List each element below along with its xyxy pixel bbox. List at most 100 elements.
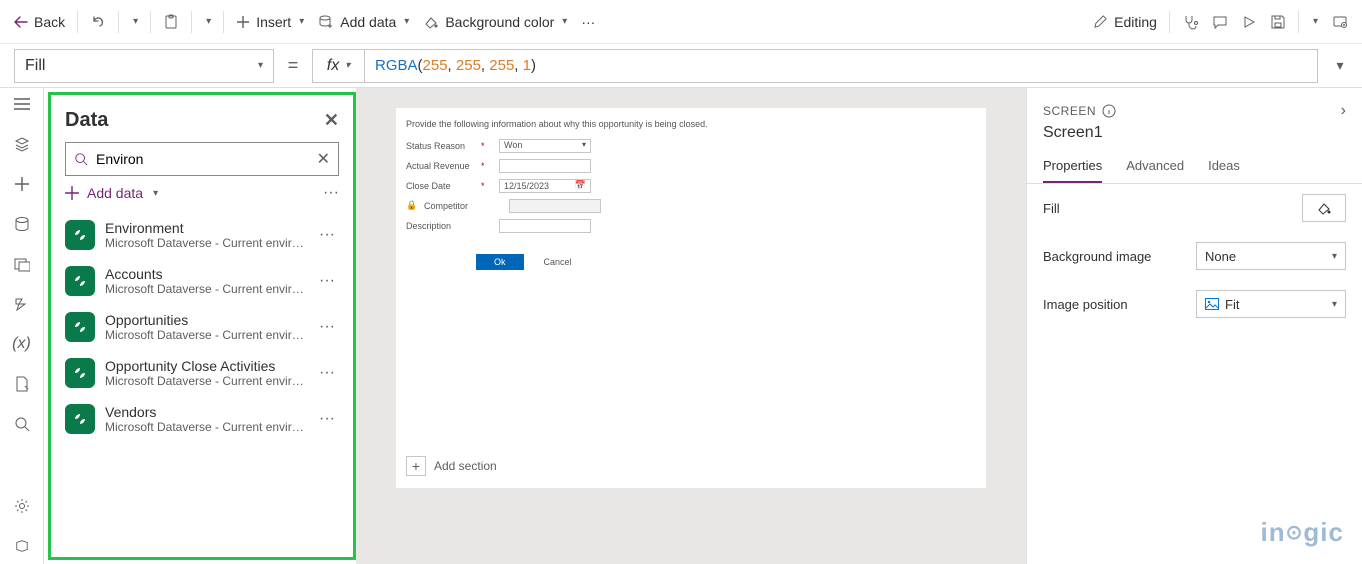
variable-icon: (x) — [12, 335, 31, 353]
back-button[interactable]: Back — [8, 6, 71, 38]
database-icon — [318, 14, 334, 30]
prop-imgpos-dropdown[interactable]: Fit ▾ — [1196, 290, 1346, 318]
property-dropdown[interactable]: Fill ▾ — [14, 49, 274, 83]
search-icon — [14, 416, 30, 432]
data-source-item[interactable]: AccountsMicrosoft Dataverse - Current en… — [51, 258, 353, 304]
data-search-input[interactable] — [96, 151, 309, 167]
chat-icon — [1212, 14, 1228, 30]
settings-button[interactable] — [12, 496, 32, 516]
data-source-more-button[interactable]: ··· — [315, 410, 339, 428]
tab-advanced[interactable]: Advanced — [1126, 152, 1184, 183]
input-close-date[interactable]: 12/15/2023📅 — [499, 179, 591, 193]
required-mark: * — [481, 181, 489, 191]
dataverse-icon — [65, 404, 95, 434]
required-mark: * — [481, 161, 489, 171]
app-checker-button[interactable] — [1176, 6, 1204, 38]
close-button[interactable]: ✕ — [324, 110, 339, 131]
formula-bar: Fill ▾ = fx ▾ RGBA(255, 255, 255, 1) ▾ — [0, 44, 1362, 88]
prop-bgimg-dropdown[interactable]: None ▾ — [1196, 242, 1346, 270]
publish-button[interactable] — [1326, 6, 1354, 38]
paint-bucket-icon — [1316, 200, 1332, 216]
undo-button[interactable] — [84, 6, 112, 38]
data-search[interactable]: ✕ — [65, 142, 339, 176]
insert-pane-button[interactable] — [12, 134, 32, 154]
equals-label: = — [274, 55, 312, 76]
plus-icon — [15, 177, 29, 191]
undo-icon — [90, 14, 106, 30]
preview-button[interactable] — [1236, 6, 1262, 38]
data-source-more-button[interactable]: ··· — [315, 364, 339, 382]
formula-input[interactable]: RGBA(255, 255, 255, 1) — [364, 49, 1318, 83]
add-button[interactable] — [12, 174, 32, 194]
fx-icon: fx — [327, 57, 339, 75]
search-icon — [74, 152, 88, 166]
media-icon — [14, 256, 30, 272]
required-mark: * — [481, 141, 489, 151]
data-source-item[interactable]: Opportunity Close ActivitiesMicrosoft Da… — [51, 350, 353, 396]
data-source-item[interactable]: OpportunitiesMicrosoft Dataverse - Curre… — [51, 304, 353, 350]
ellipsis-icon: ··· — [581, 14, 595, 30]
media-pane-button[interactable] — [12, 254, 32, 274]
editing-mode-button[interactable]: Editing — [1087, 6, 1163, 38]
layers-icon — [14, 136, 30, 152]
ok-button[interactable]: Ok — [476, 254, 524, 270]
fx-button[interactable]: fx ▾ — [312, 49, 364, 83]
screen-label: SCREEN — [1043, 104, 1096, 118]
data-source-name: Accounts — [105, 266, 305, 282]
screen-canvas[interactable]: Provide the following information about … — [396, 108, 986, 488]
formula-expand-button[interactable]: ▾ — [1318, 57, 1362, 74]
data-source-item[interactable]: EnvironmentMicrosoft Dataverse - Current… — [51, 212, 353, 258]
undo-split-button[interactable]: ▾ — [125, 6, 144, 38]
add-data-label: Add data — [340, 14, 396, 30]
background-color-button[interactable]: Background color ▾ — [417, 6, 573, 38]
input-actual-revenue[interactable] — [499, 159, 591, 173]
input-status-reason[interactable]: Won — [499, 139, 591, 153]
database-icon — [14, 216, 30, 232]
tree-view-button[interactable] — [12, 94, 32, 114]
separator — [150, 11, 151, 33]
props-tabs: Properties Advanced Ideas — [1027, 152, 1362, 184]
data-source-more-button[interactable]: ··· — [315, 272, 339, 290]
cancel-button[interactable]: Cancel — [544, 257, 572, 267]
input-description[interactable] — [499, 219, 591, 233]
data-source-item[interactable]: VendorsMicrosoft Dataverse - Current env… — [51, 396, 353, 442]
paste-split-button[interactable]: ▾ — [198, 6, 217, 38]
input-competitor[interactable] — [509, 199, 601, 213]
variables-button[interactable]: (x) — [12, 334, 32, 354]
prop-fill-label: Fill — [1043, 201, 1060, 216]
data-panel-more-button[interactable]: ··· — [323, 184, 339, 202]
data-source-more-button[interactable]: ··· — [315, 318, 339, 336]
prop-fill-picker[interactable] — [1302, 194, 1346, 222]
clear-search-button[interactable]: ✕ — [317, 149, 330, 169]
advanced-tools-button[interactable] — [12, 374, 32, 394]
search-button[interactable] — [12, 414, 32, 434]
add-section-button[interactable]: + Add section — [396, 444, 986, 488]
tab-ideas[interactable]: Ideas — [1208, 152, 1240, 183]
data-source-more-button[interactable]: ··· — [315, 226, 339, 244]
power-automate-button[interactable] — [12, 294, 32, 314]
top-toolbar: Back ▾ ▾ Insert ▾ Add data ▾ Background … — [0, 0, 1362, 44]
overflow-button[interactable]: ··· — [575, 6, 601, 38]
data-sources-list: EnvironmentMicrosoft Dataverse - Current… — [51, 212, 353, 557]
add-data-button[interactable]: Add data ▾ — [312, 6, 415, 38]
save-split-button[interactable]: ▾ — [1305, 6, 1324, 38]
data-pane-button[interactable] — [12, 214, 32, 234]
chevron-down-icon: ▾ — [258, 60, 263, 71]
insert-button[interactable]: Insert ▾ — [230, 6, 310, 38]
save-button[interactable] — [1264, 6, 1292, 38]
collapse-props-button[interactable]: › — [1341, 102, 1346, 120]
virtual-agent-button[interactable] — [12, 536, 32, 556]
comments-button[interactable] — [1206, 6, 1234, 38]
chevron-down-icon: ▾ — [345, 60, 350, 71]
paste-button[interactable] — [157, 6, 185, 38]
clipboard-icon — [163, 14, 179, 30]
data-source-subtitle: Microsoft Dataverse - Current environm..… — [105, 282, 305, 296]
data-source-subtitle: Microsoft Dataverse - Current environm..… — [105, 236, 305, 250]
publish-icon — [1332, 14, 1348, 30]
chevron-down-icon: ▾ — [1332, 299, 1337, 310]
label-actual-revenue: Actual Revenue — [406, 161, 471, 171]
tab-properties[interactable]: Properties — [1043, 152, 1102, 183]
add-data-button[interactable]: Add data ▾ — [65, 185, 158, 201]
lock-icon: 🔒 — [406, 200, 414, 211]
fx-fn: RGBA — [375, 57, 418, 74]
